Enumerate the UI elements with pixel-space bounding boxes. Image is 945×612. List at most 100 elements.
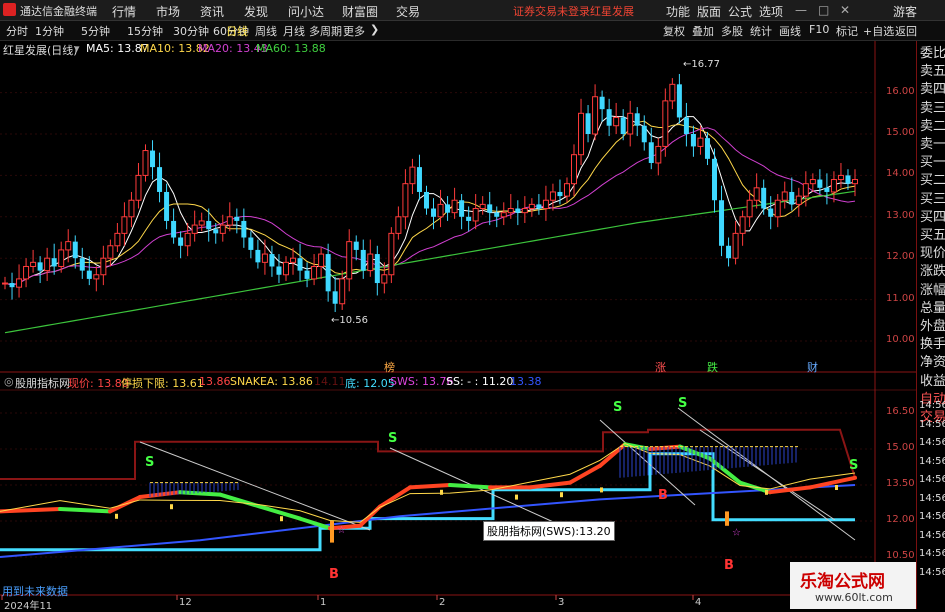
candle-body[interactable]: [241, 220, 247, 238]
candle-body[interactable]: [198, 220, 205, 226]
candle-body[interactable]: [753, 187, 760, 201]
candle-body[interactable]: [592, 96, 599, 135]
candle-body[interactable]: [641, 125, 647, 143]
candle-body[interactable]: [500, 212, 507, 218]
candle-body[interactable]: [817, 179, 823, 188]
event-marker[interactable]: 跌: [707, 359, 718, 375]
candle-body[interactable]: [409, 166, 416, 185]
candle-body[interactable]: [353, 241, 359, 250]
candle-body[interactable]: [114, 232, 121, 247]
candle-body[interactable]: [290, 257, 297, 263]
candle-body[interactable]: [451, 199, 458, 214]
candle-body[interactable]: [536, 204, 542, 209]
candle-body[interactable]: [297, 258, 303, 271]
candle-body[interactable]: [494, 212, 500, 217]
candle-body[interactable]: [620, 117, 626, 134]
candle-body[interactable]: [234, 216, 240, 221]
candle-body[interactable]: [248, 237, 254, 250]
stock-chart[interactable]: ☆ ☆: [0, 0, 916, 609]
candle-body[interactable]: [30, 261, 37, 267]
candle-body[interactable]: [690, 134, 696, 147]
candle-body[interactable]: [282, 261, 289, 276]
candle-body[interactable]: [178, 237, 184, 246]
candle-body[interactable]: [669, 83, 676, 102]
event-marker[interactable]: 涨: [655, 359, 666, 375]
candle-body[interactable]: [107, 245, 114, 259]
candle-body[interactable]: [789, 191, 795, 205]
candle-body[interactable]: [704, 138, 710, 159]
event-marker[interactable]: 榜: [384, 359, 395, 375]
candle-body[interactable]: [51, 258, 57, 267]
candle-body[interactable]: [16, 278, 23, 288]
candle-body[interactable]: [726, 245, 732, 259]
candle-body[interactable]: [276, 266, 282, 275]
candle-body[interactable]: [578, 112, 585, 156]
candle-body[interactable]: [79, 258, 85, 271]
candle-body[interactable]: [304, 270, 310, 279]
candle-body[interactable]: [837, 174, 844, 181]
candle-body[interactable]: [360, 249, 366, 271]
candle-body[interactable]: [648, 142, 654, 163]
candle-body[interactable]: [164, 191, 170, 221]
candle-body[interactable]: [100, 257, 107, 276]
candle-body[interactable]: [226, 216, 233, 226]
candle-body[interactable]: [72, 241, 78, 259]
candle-body[interactable]: [381, 274, 388, 284]
candle-body[interactable]: [318, 253, 325, 267]
candle-body[interactable]: [128, 199, 135, 218]
candle-body[interactable]: [781, 191, 788, 201]
candle-body[interactable]: [395, 216, 402, 234]
candle-body[interactable]: [44, 257, 51, 272]
candle-body[interactable]: [191, 224, 198, 234]
candle-body[interactable]: [528, 203, 535, 210]
candle-body[interactable]: [634, 113, 640, 126]
candle-body[interactable]: [683, 117, 689, 134]
candle-body[interactable]: [479, 203, 486, 210]
candle-body[interactable]: [563, 183, 570, 197]
candle-body[interactable]: [255, 249, 261, 263]
candle-body[interactable]: [86, 270, 92, 279]
candle-body[interactable]: [206, 220, 212, 230]
candle-body[interactable]: [606, 109, 612, 126]
candle-body[interactable]: [339, 278, 346, 305]
candle-body[interactable]: [121, 216, 128, 234]
candle-body[interactable]: [795, 195, 802, 205]
candle-body[interactable]: [768, 208, 774, 217]
candle-body[interactable]: [213, 229, 219, 234]
candle-body[interactable]: [346, 241, 353, 280]
candle-body[interactable]: [184, 232, 191, 247]
candle-body[interactable]: [431, 208, 437, 217]
candle-body[interactable]: [507, 208, 514, 214]
candle-body[interactable]: [367, 253, 374, 272]
candle-body[interactable]: [845, 175, 851, 184]
candle-body[interactable]: [269, 254, 275, 267]
candle-body[interactable]: [142, 150, 149, 176]
candle-body[interactable]: [542, 199, 549, 210]
candle-body[interactable]: [599, 96, 605, 110]
candle-body[interactable]: [585, 113, 591, 134]
candle-body[interactable]: [171, 220, 177, 238]
candle-body[interactable]: [655, 145, 662, 164]
candle-body[interactable]: [676, 84, 682, 118]
candle-body[interactable]: [9, 283, 15, 288]
candle-body[interactable]: [93, 274, 100, 280]
candle-body[interactable]: [802, 183, 809, 197]
candle-body[interactable]: [150, 150, 156, 168]
candle-body[interactable]: [739, 216, 746, 234]
candle-body[interactable]: [809, 179, 816, 185]
candle-body[interactable]: [388, 232, 395, 276]
candle-body[interactable]: [466, 216, 472, 221]
candle-body[interactable]: [852, 179, 858, 185]
candle-body[interactable]: [719, 200, 725, 246]
candle-body[interactable]: [2, 282, 8, 285]
candle-body[interactable]: [437, 203, 444, 218]
candle-body[interactable]: [515, 208, 521, 213]
event-marker[interactable]: 财: [807, 359, 818, 375]
candle-body[interactable]: [445, 204, 451, 213]
candle-body[interactable]: [374, 254, 380, 284]
candle-body[interactable]: [135, 174, 142, 201]
candle-body[interactable]: [549, 191, 556, 201]
candle-body[interactable]: [65, 241, 72, 251]
candle-body[interactable]: [219, 224, 226, 234]
candle-body[interactable]: [613, 116, 620, 127]
